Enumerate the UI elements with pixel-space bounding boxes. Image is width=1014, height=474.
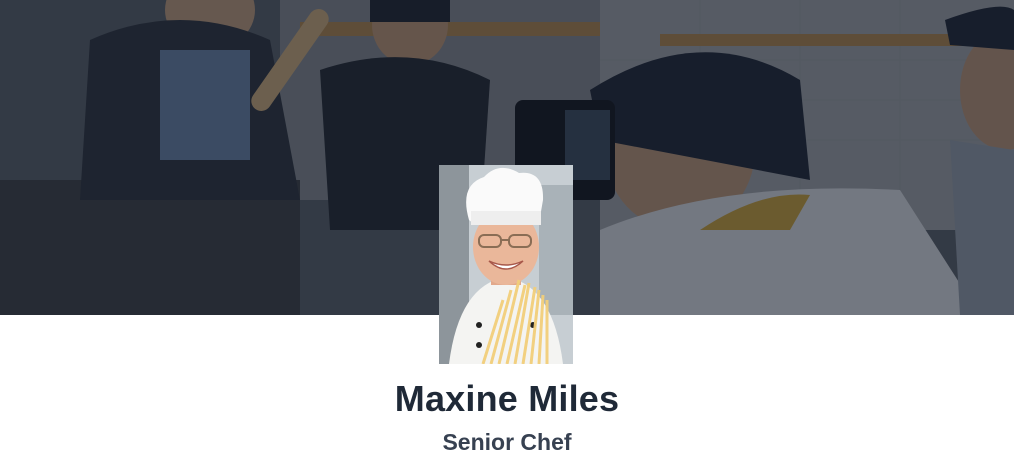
profile-page: Maxine Miles Senior Chef [0,0,1014,474]
profile-name: Maxine Miles [394,378,620,419]
profile-title: Senior Chef [442,429,572,455]
avatar [439,165,573,364]
